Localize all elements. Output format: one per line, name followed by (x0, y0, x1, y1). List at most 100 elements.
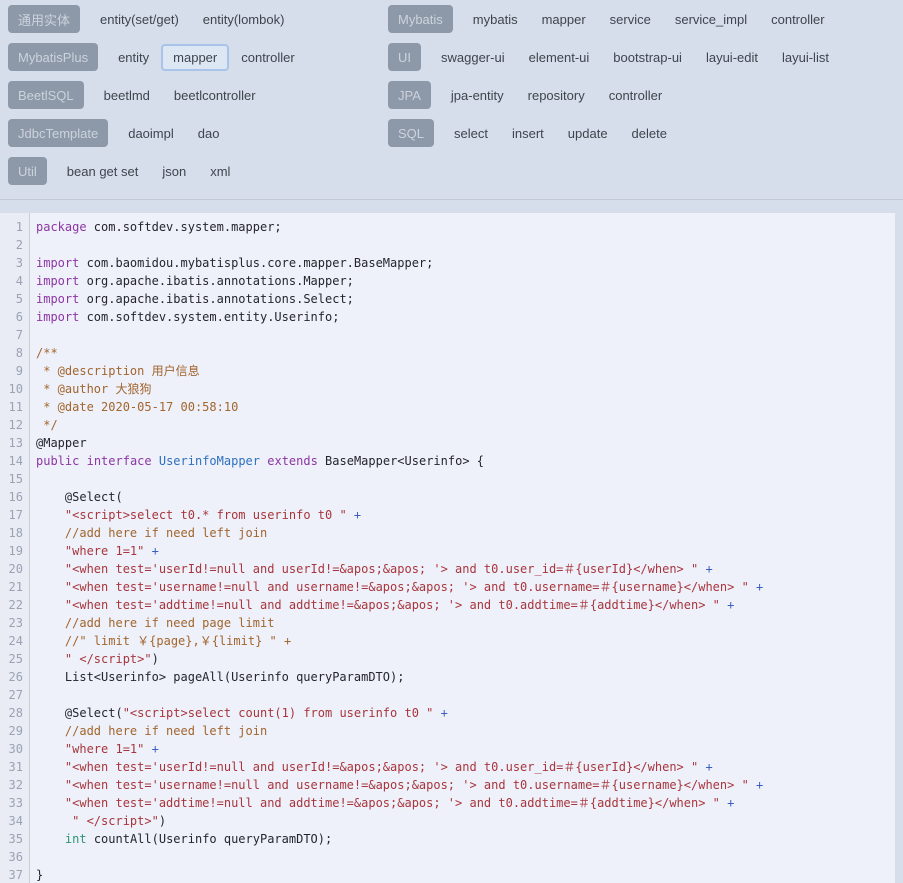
code-token (36, 742, 65, 756)
template-option-xml[interactable]: xml (198, 158, 242, 185)
template-option-element-ui[interactable]: element-ui (517, 44, 602, 71)
line-number: 20 (0, 560, 23, 578)
template-option-insert[interactable]: insert (500, 120, 556, 147)
template-option-daoimpl[interactable]: daoimpl (116, 120, 186, 147)
template-option-update[interactable]: update (556, 120, 620, 147)
code-token: BaseMapper<Userinfo> { (318, 454, 484, 468)
code-line: "<when test='addtime!=null and addtime!=… (36, 794, 895, 812)
tag-panel: 通用实体 entity(set/get)entity(lombok) Mybatis… (0, 0, 903, 185)
code-line: "<script>select t0.* from userinfo t0 " … (36, 506, 895, 524)
template-option-layui-edit[interactable]: layui-edit (694, 44, 770, 71)
code-token: } (36, 868, 43, 882)
line-number: 10 (0, 380, 23, 398)
code-line: import org.apache.ibatis.annotations.Sel… (36, 290, 895, 308)
code-token (144, 742, 151, 756)
template-option-json[interactable]: json (150, 158, 198, 185)
line-number: 32 (0, 776, 23, 794)
code-token (152, 454, 159, 468)
group-label-button-jpa[interactable]: JPA (388, 81, 431, 109)
code-token (749, 778, 756, 792)
group-label-button-jdbctemplate[interactable]: JdbcTemplate (8, 119, 108, 147)
code-token: + (705, 760, 712, 774)
group-label-button-通用实体[interactable]: 通用实体 (8, 5, 80, 33)
line-number: 8 (0, 344, 23, 362)
code-token (36, 634, 65, 648)
group-label-button-sql[interactable]: SQL (388, 119, 434, 147)
code-token: com.softdev.system.entity.Userinfo; (79, 310, 339, 324)
template-option-service-impl[interactable]: service_impl (663, 6, 759, 33)
template-option-controller[interactable]: controller (597, 82, 674, 109)
line-number: 19 (0, 542, 23, 560)
template-option-bean-get-set[interactable]: bean get set (55, 158, 151, 185)
template-option-delete[interactable]: delete (620, 120, 679, 147)
code-area[interactable]: package com.softdev.system.mapper; import… (30, 213, 895, 883)
code-line: "<when test='username!=null and username… (36, 578, 895, 596)
template-group-jdbctemplate: JdbcTemplate daoimpldao (8, 119, 388, 147)
code-line: @Mapper (36, 434, 895, 452)
code-token: import (36, 256, 79, 270)
code-token (36, 796, 65, 810)
code-token (433, 706, 440, 720)
template-option-bootstrap-ui[interactable]: bootstrap-ui (601, 44, 694, 71)
line-number: 27 (0, 686, 23, 704)
code-token: + (152, 544, 159, 558)
code-token: * @author 大狼狗 (36, 382, 151, 396)
template-option-mybatis[interactable]: mybatis (461, 6, 530, 33)
code-token (36, 652, 65, 666)
code-line (36, 236, 895, 254)
template-option-service[interactable]: service (598, 6, 663, 33)
code-token: public (36, 454, 79, 468)
template-option-beetlmd[interactable]: beetlmd (92, 82, 162, 109)
code-line: } (36, 866, 895, 883)
group-label-button-mybatisplus[interactable]: MybatisPlus (8, 43, 98, 71)
code-line: import org.apache.ibatis.annotations.Map… (36, 272, 895, 290)
line-number: 11 (0, 398, 23, 416)
code-token: + (756, 580, 763, 594)
code-token: " </script>" (72, 814, 159, 828)
code-line: //add here if need left join (36, 722, 895, 740)
template-option-dao[interactable]: dao (186, 120, 232, 147)
line-number: 37 (0, 866, 23, 883)
code-token (36, 832, 65, 846)
line-number: 7 (0, 326, 23, 344)
template-option-repository[interactable]: repository (516, 82, 597, 109)
template-option-jpa-entity[interactable]: jpa-entity (439, 82, 516, 109)
code-line: "where 1=1" + (36, 542, 895, 560)
tag-column-right: Mybatismybatismapperserviceservice_implc… (388, 5, 903, 185)
template-option-entity-set-get[interactable]: entity(set/get) (88, 6, 191, 33)
code-token: interface (87, 454, 152, 468)
line-number: 14 (0, 452, 23, 470)
code-line: " </script>") (36, 812, 895, 830)
template-option-swagger-ui[interactable]: swagger-ui (429, 44, 517, 71)
code-token: + (354, 508, 361, 522)
template-option-mapper[interactable]: mapper (161, 44, 229, 71)
template-option-select[interactable]: select (442, 120, 500, 147)
line-number: 3 (0, 254, 23, 272)
template-option-layui-list[interactable]: layui-list (770, 44, 841, 71)
section-divider (0, 199, 903, 200)
group-label-button-mybatis[interactable]: Mybatis (388, 5, 453, 33)
code-token: org.apache.ibatis.annotations.Mapper; (79, 274, 354, 288)
code-line: package com.softdev.system.mapper; (36, 218, 895, 236)
group-label-button-beetlsql[interactable]: BeetlSQL (8, 81, 84, 109)
template-option-mapper[interactable]: mapper (530, 6, 598, 33)
template-option-controller[interactable]: controller (229, 44, 306, 71)
code-token: */ (36, 418, 58, 432)
line-number: 31 (0, 758, 23, 776)
template-option-beetlcontroller[interactable]: beetlcontroller (162, 82, 268, 109)
code-token (36, 724, 65, 738)
template-option-controller[interactable]: controller (759, 6, 836, 33)
code-token: int (65, 832, 87, 846)
group-label-button-ui[interactable]: UI (388, 43, 421, 71)
code-token: "<script>select t0.* from userinfo t0 " (65, 508, 347, 522)
code-token: import (36, 274, 79, 288)
code-token: * @date 2020-05-17 00:58:10 (36, 400, 238, 414)
template-group-mybatis: Mybatis mybatismapperserviceservice_implc… (388, 5, 903, 33)
group-label-button-util[interactable]: Util (8, 157, 47, 185)
template-option-entity-lombok[interactable]: entity(lombok) (191, 6, 297, 33)
line-number: 12 (0, 416, 23, 434)
template-option-entity[interactable]: entity (106, 44, 161, 71)
code-editor[interactable]: 1234567891011121314151617181920212223242… (0, 213, 895, 883)
code-line: * @date 2020-05-17 00:58:10 (36, 398, 895, 416)
line-number: 17 (0, 506, 23, 524)
